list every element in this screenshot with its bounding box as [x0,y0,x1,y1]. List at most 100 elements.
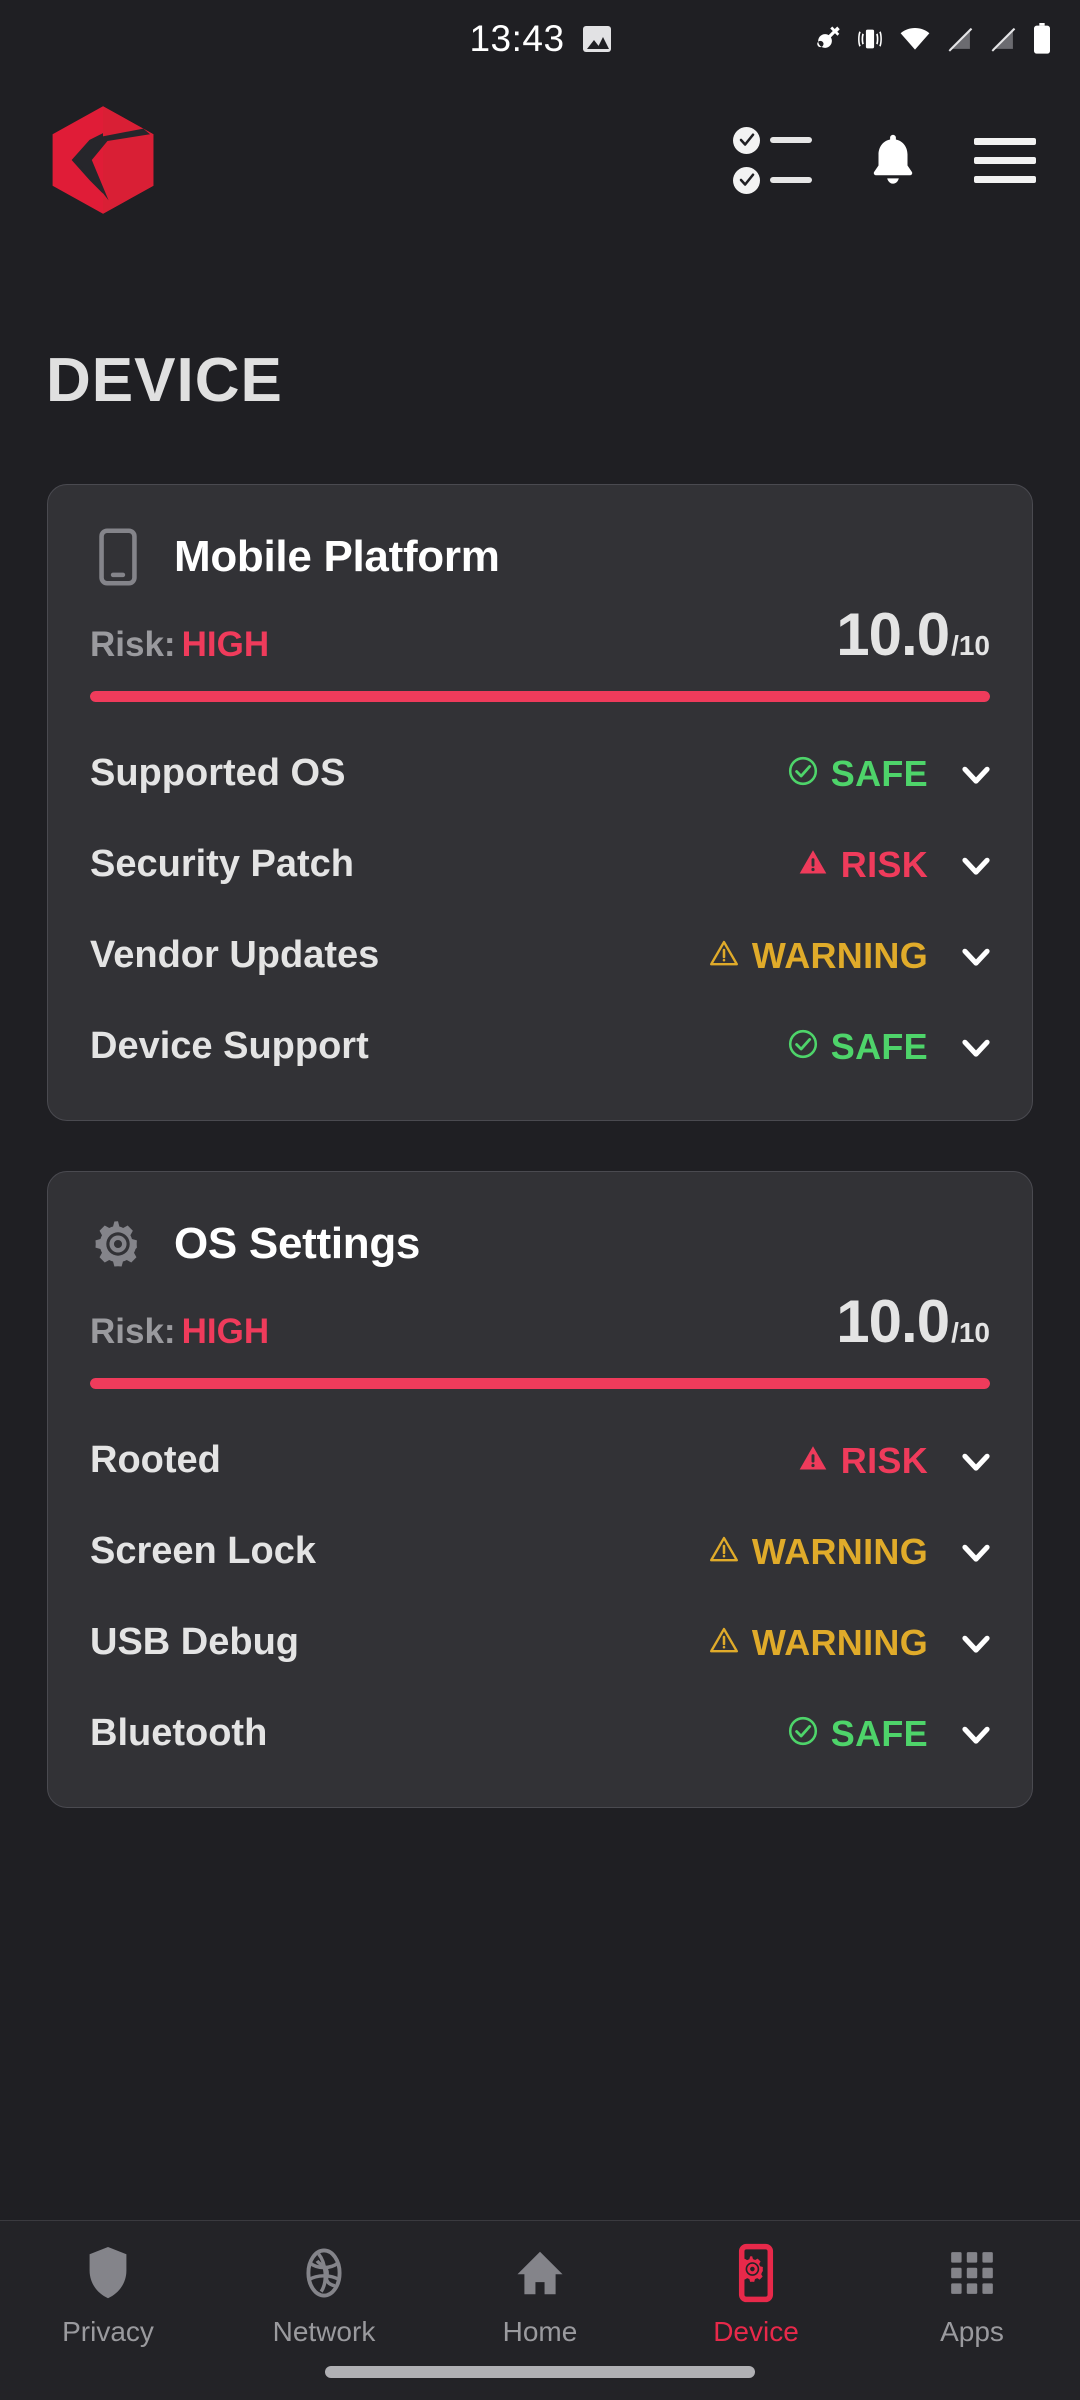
row-right: WARNING [708,1531,996,1573]
chevron-down-icon[interactable] [956,754,996,794]
warning-triangle-filled-icon [797,846,829,883]
app-header [0,96,1080,224]
nav-item-apps[interactable]: Apps [864,2221,1080,2357]
card-risk: Risk: HIGH [90,625,269,665]
warning-triangle-outline-icon [708,1533,740,1570]
hamburger-line [974,156,1036,164]
row-label: Security Patch [90,843,354,885]
row-label: Device Support [90,1025,369,1067]
check-circle-icon [787,755,819,792]
nav-label: Privacy [62,2316,154,2347]
status-text: WARNING [751,1530,928,1572]
bell-icon[interactable] [864,129,922,191]
bottom-nav-items: Privacy Network Home Device Apps [0,2221,1080,2357]
nav-item-privacy[interactable]: Privacy [0,2221,216,2357]
app-header-actions [733,126,1044,194]
list-item[interactable]: Bluetooth SAFE [48,1688,1032,1779]
signal-off-icon [989,25,1017,53]
mobile-phone-icon [90,525,146,589]
status-text: SAFE [830,752,928,794]
score-value: 10.0 [836,601,950,668]
warning-triangle-outline-icon [708,937,740,974]
status-badge: SAFE [787,1713,928,1755]
list-item[interactable]: Rooted RISK [48,1415,1032,1506]
chevron-down-icon[interactable] [956,1623,996,1663]
card-meta: Risk: HIGH 10.0 /10 [90,605,990,665]
card-meta: Risk: HIGH 10.0 /10 [90,1292,990,1352]
risk-progress-bar [90,691,990,702]
status-badge: RISK [797,844,928,886]
nav-item-network[interactable]: Network [216,2221,432,2357]
card-title: Mobile Platform [174,532,500,581]
status-badge: SAFE [787,753,928,795]
card-mobile-platform[interactable]: Mobile Platform Risk: HIGH 10.0 /10 Suppo… [47,484,1033,1121]
status-bar: 13:43 [0,0,1080,78]
chevron-down-icon[interactable] [956,936,996,976]
status-text: WARNING [751,934,928,976]
checklist-line [770,177,812,183]
wifi-icon [899,24,931,54]
home-icon [514,2244,566,2302]
checklist-row [733,166,812,194]
list-item[interactable]: Device Support SAFE [48,1001,1032,1092]
status-bar-right [811,23,1052,55]
status-badge: WARNING [708,935,928,977]
card-rows: Rooted RISK Screen Lock WARNING USB Debu… [48,1415,1032,1779]
nav-label: Network [272,2316,376,2347]
vpn-key-icon [811,24,841,54]
vibrate-icon [856,25,884,53]
row-label: Rooted [90,1439,221,1481]
risk-label: Risk: [90,625,176,664]
warning-triangle-outline-icon [708,1624,740,1661]
status-text: SAFE [830,1025,928,1067]
risk-progress-bar [90,1378,990,1389]
risk-value: HIGH [181,625,270,664]
card-title-row: Mobile Platform [90,525,990,589]
chevron-down-icon[interactable] [956,1532,996,1572]
app-logo-icon [52,106,154,214]
photo-icon [582,26,611,52]
card-header: Mobile Platform Risk: HIGH 10.0 /10 [48,525,1032,665]
status-bar-clock: 13:43 [469,18,565,59]
check-circle-icon [733,126,760,154]
nav-label: Apps [940,2316,1004,2347]
gesture-home-bar[interactable] [325,2366,755,2378]
status-badge: WARNING [708,1531,928,1573]
risk-label: Risk: [90,1312,176,1351]
chevron-down-icon[interactable] [956,1441,996,1481]
chevron-down-icon[interactable] [956,845,996,885]
chevron-down-icon[interactable] [956,1714,996,1754]
list-item[interactable]: USB Debug WARNING [48,1597,1032,1688]
nav-item-home[interactable]: Home [432,2221,648,2357]
check-circle-icon [733,166,760,194]
score-value: 10.0 [836,1288,950,1355]
list-item[interactable]: Screen Lock WARNING [48,1506,1032,1597]
card-title: OS Settings [174,1219,421,1268]
app-logo[interactable] [46,104,160,216]
card-rows: Supported OS SAFE Security Patch RISK Ve… [48,728,1032,1092]
score-max: /10 [951,630,990,661]
status-badge: SAFE [787,1026,928,1068]
hamburger-menu-icon[interactable] [974,137,1036,183]
checklist-row [733,126,812,154]
risk-progress-fill [90,1378,990,1389]
signal-off-icon [946,25,974,53]
card-risk: Risk: HIGH [90,1312,269,1352]
row-label: Screen Lock [90,1530,316,1572]
warning-triangle-filled-icon [797,1442,829,1479]
hamburger-line [974,137,1036,145]
list-item[interactable]: Security Patch RISK [48,819,1032,910]
status-text: SAFE [830,1712,928,1754]
check-circle-icon [787,1715,819,1752]
status-text: RISK [840,843,928,885]
nav-item-device[interactable]: Device [648,2221,864,2357]
status-text: WARNING [751,1621,928,1663]
chevron-down-icon[interactable] [956,1027,996,1067]
status-badge: RISK [797,1440,928,1482]
list-item[interactable]: Supported OS SAFE [48,728,1032,819]
card-score: 10.0 /10 [836,1292,990,1352]
checklist-icon[interactable] [733,126,812,194]
list-item[interactable]: Vendor Updates WARNING [48,910,1032,1001]
card-os-settings[interactable]: OS Settings Risk: HIGH 10.0 /10 Rooted R… [47,1171,1033,1808]
status-badge: WARNING [708,1622,928,1664]
